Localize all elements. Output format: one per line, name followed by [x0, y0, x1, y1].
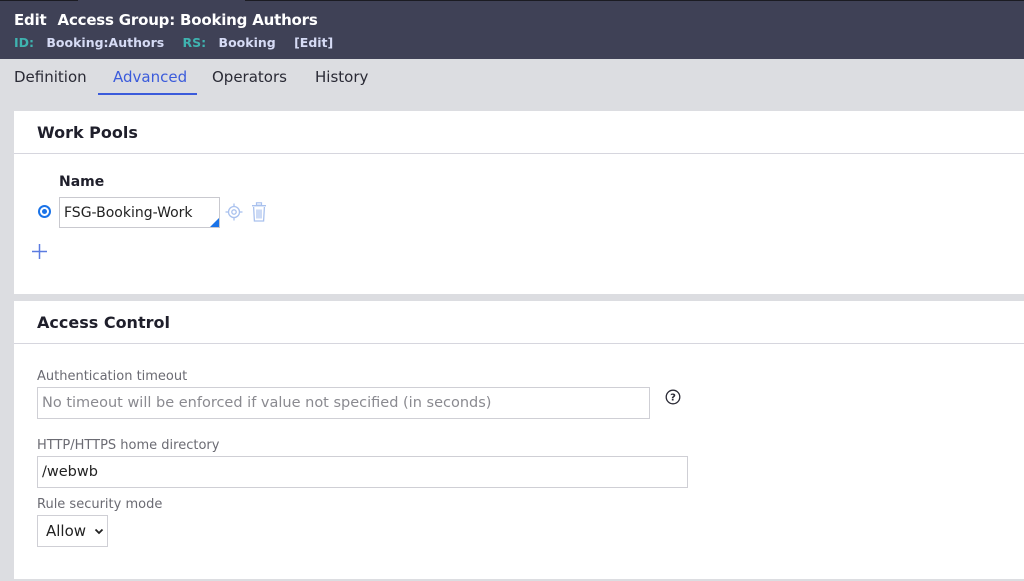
rule-security-mode-value: Allow: [46, 522, 87, 540]
rs-label: RS:: [182, 35, 207, 50]
work-pools-title: Work Pools: [37, 123, 138, 142]
page-title: Access Group: Booking Authors: [57, 11, 318, 29]
access-control-section: Access Control Authentication timeout ? …: [14, 301, 1024, 579]
rule-security-mode-select[interactable]: Allow: [37, 515, 108, 547]
home-directory-input[interactable]: [37, 456, 688, 488]
svg-text:?: ?: [670, 393, 676, 404]
target-icon[interactable]: [225, 203, 243, 221]
tab-history[interactable]: History: [315, 68, 368, 94]
tab-bar: Definition Advanced Operators History: [0, 59, 1024, 109]
trash-icon[interactable]: [251, 202, 267, 222]
id-label: ID:: [14, 35, 35, 50]
auth-timeout-input[interactable]: [37, 387, 650, 419]
page-header: Edit Access Group: Booking Authors ID: B…: [0, 0, 1024, 59]
rs-value: Booking: [218, 35, 276, 50]
tab-operators[interactable]: Operators: [212, 68, 287, 94]
work-pool-name-input[interactable]: [59, 197, 220, 228]
window-top-edge: [0, 0, 1024, 2]
rule-security-mode-label: Rule security mode: [37, 497, 163, 512]
default-work-pool-radio[interactable]: [38, 205, 51, 218]
tab-definition[interactable]: Definition: [14, 68, 87, 94]
chevron-down-icon: [94, 528, 103, 535]
auth-timeout-label: Authentication timeout: [37, 369, 188, 384]
help-circle-icon[interactable]: ?: [665, 389, 681, 405]
header-title-row: Edit Access Group: Booking Authors: [14, 11, 318, 29]
work-pools-section: Work Pools Name: [14, 111, 1024, 294]
name-column-header: Name: [59, 174, 105, 190]
home-directory-label: HTTP/HTTPS home directory: [37, 438, 220, 453]
tab-advanced[interactable]: Advanced: [113, 68, 187, 94]
access-control-header: Access Control: [14, 301, 1024, 344]
header-meta-row: ID: Booking:Authors RS: Booking [Edit]: [14, 35, 333, 50]
access-control-title: Access Control: [37, 313, 170, 332]
edit-mode-label: Edit: [14, 11, 47, 29]
id-value: Booking:Authors: [46, 35, 165, 50]
plus-icon[interactable]: [31, 243, 48, 260]
active-tab-indicator: [98, 93, 197, 95]
work-pools-header: Work Pools: [14, 111, 1024, 154]
edit-ruleset-link[interactable]: [Edit]: [294, 35, 333, 50]
